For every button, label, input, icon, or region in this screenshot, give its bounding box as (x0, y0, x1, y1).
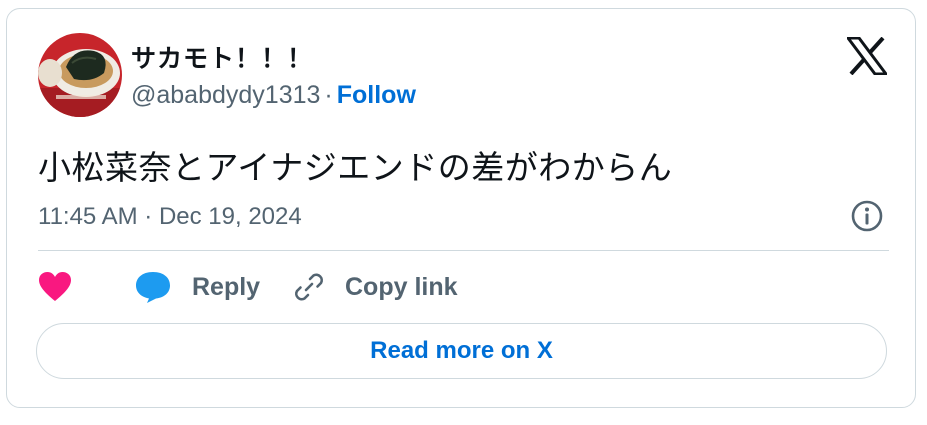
x-logo-icon[interactable] (845, 36, 889, 76)
read-more-label: Read more on X (370, 337, 553, 364)
display-name[interactable]: サカモト！！！ (131, 39, 313, 75)
avatar[interactable] (38, 33, 122, 117)
user-handle[interactable]: @ababdydy1313 (131, 81, 320, 109)
info-icon[interactable] (850, 199, 884, 233)
follow-link[interactable]: Follow (337, 81, 416, 109)
copy-link-label: Copy link (345, 272, 458, 301)
speech-bubble-icon (136, 272, 170, 303)
separator-dot: · (324, 81, 333, 109)
copy-link-button[interactable]: Copy link (291, 267, 458, 307)
tweet-timestamp[interactable]: 11:45 AM · Dec 19, 2024 (38, 203, 302, 231)
read-more-button[interactable]: Read more on X (36, 323, 887, 379)
like-button[interactable] (38, 267, 72, 307)
link-icon (295, 273, 323, 301)
handle-row: @ababdydy1313 · Follow (131, 81, 416, 110)
heart-icon (39, 272, 71, 301)
tweet-text: 小松菜奈とアイナジエンドの差がわからん (38, 149, 673, 186)
reply-label: Reply (192, 272, 261, 301)
divider (38, 250, 889, 251)
reply-button[interactable]: Reply (134, 267, 260, 307)
embedded-tweet-card: サカモト！！！ @ababdydy1313 · Follow 小松菜奈とアイナジエン… (6, 8, 916, 408)
avatar-image (38, 33, 122, 117)
